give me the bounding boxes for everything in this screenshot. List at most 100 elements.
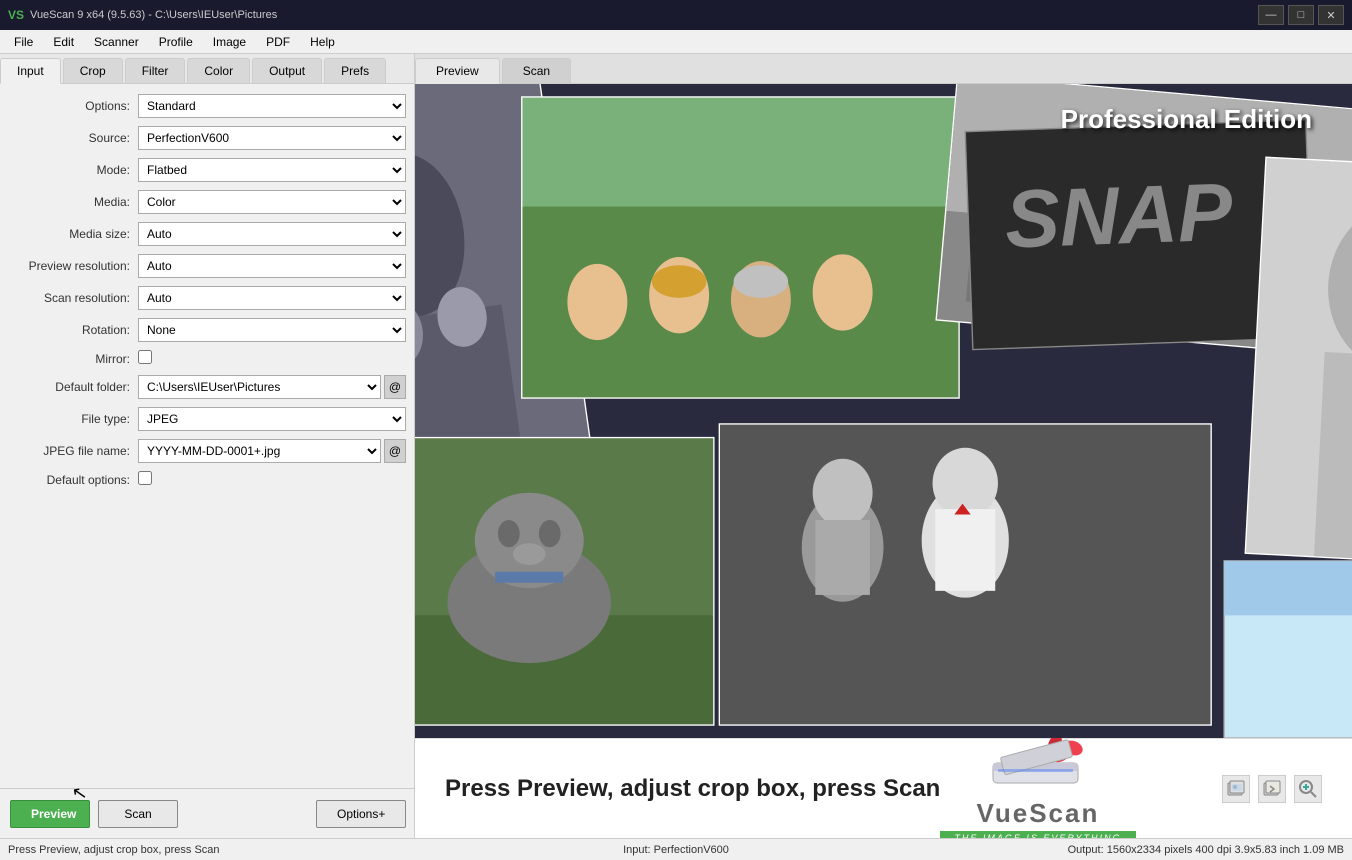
default-folder-at-btn[interactable]: @	[384, 375, 406, 399]
preview-res-label: Preview resolution:	[8, 259, 138, 273]
jpeg-filename-label: JPEG file name:	[8, 444, 138, 458]
mirror-label: Mirror:	[8, 352, 138, 366]
preview-tab-preview[interactable]: Preview	[415, 58, 500, 84]
jpeg-filename-row: JPEG file name: YYYY-MM-DD-0001+.jpg @	[8, 439, 406, 463]
vuescan-logo: VueScan THE IMAGE IS EVERYTHING	[940, 733, 1135, 839]
bottom-buttons: Preview Scan Options+ View ↖	[0, 788, 414, 838]
maximize-button[interactable]: □	[1288, 5, 1314, 25]
status-right: Output: 1560x2334 pixels 400 dpi 3.9x5.8…	[899, 844, 1344, 856]
mirror-row: Mirror:	[8, 350, 406, 367]
green-tagline-bar: THE IMAGE IS EVERYTHING	[940, 831, 1135, 839]
title-bar-left: VS VueScan 9 x64 (9.5.63) - C:\Users\IEU…	[8, 8, 277, 22]
vuescan-scanner-icon	[983, 733, 1093, 798]
default-folder-select[interactable]: C:\Users\IEUser\Pictures	[138, 375, 381, 399]
rotation-select[interactable]: None 90 CW 90 CCW 180	[138, 318, 406, 342]
preview-tab-scan[interactable]: Scan	[502, 58, 571, 83]
rotation-row: Rotation: None 90 CW 90 CCW 180	[8, 318, 406, 342]
tab-bar: Input Crop Filter Color Output Prefs	[0, 54, 414, 84]
menu-edit[interactable]: Edit	[43, 30, 84, 53]
media-size-control: Auto Letter A4	[138, 222, 406, 246]
refresh-icon[interactable]	[1258, 775, 1286, 803]
menu-file[interactable]: File	[4, 30, 43, 53]
options-button[interactable]: Options+	[316, 800, 406, 828]
default-options-label: Default options:	[8, 473, 138, 487]
scan-res-row: Scan resolution: Auto 300 600 1200	[8, 286, 406, 310]
tab-filter[interactable]: Filter	[125, 58, 186, 83]
mode-control: Flatbed Transparency Negative	[138, 158, 406, 182]
title-bar-controls: — □ ✕	[1258, 5, 1344, 25]
media-control: Color Gray B&W	[138, 190, 406, 214]
status-left: Press Preview, adjust crop box, press Sc…	[8, 844, 453, 856]
menu-scanner[interactable]: Scanner	[84, 30, 149, 53]
mode-select[interactable]: Flatbed Transparency Negative	[138, 158, 406, 182]
source-label: Source:	[8, 131, 138, 145]
vuescan-logo-text: VueScan	[976, 798, 1099, 829]
default-folder-control: C:\Users\IEUser\Pictures @	[138, 375, 406, 399]
file-type-control: JPEG TIFF PDF PNG	[138, 407, 406, 431]
form-area: Options: Standard Professional Simple So…	[0, 84, 414, 788]
options-select[interactable]: Standard Professional Simple	[138, 94, 406, 118]
file-type-select[interactable]: JPEG TIFF PDF PNG	[138, 407, 406, 431]
options-row: Options: Standard Professional Simple	[8, 94, 406, 118]
menu-image[interactable]: Image	[203, 30, 256, 53]
preview-collage-svg: SNAP	[415, 84, 1352, 738]
photos-icon[interactable]	[1222, 775, 1250, 803]
right-panel: Preview Scan Professional Edition	[415, 54, 1352, 838]
scan-res-label: Scan resolution:	[8, 291, 138, 305]
media-row: Media: Color Gray B&W	[8, 190, 406, 214]
preview-button[interactable]: Preview	[10, 800, 90, 828]
pro-edition-text: Professional Edition	[1061, 104, 1312, 135]
preview-content: Professional Edition	[415, 84, 1352, 838]
preview-bottom: Press Preview, adjust crop box, press Sc…	[415, 738, 1352, 838]
media-label: Media:	[8, 195, 138, 209]
status-bar: Press Preview, adjust crop box, press Sc…	[0, 838, 1352, 860]
mirror-checkbox[interactable]	[138, 350, 152, 364]
preview-res-control: Auto 75 150 300	[138, 254, 406, 278]
tab-output[interactable]: Output	[252, 58, 322, 83]
default-options-control	[138, 471, 406, 488]
zoom-plus-icon	[1298, 779, 1318, 799]
media-select[interactable]: Color Gray B&W	[138, 190, 406, 214]
status-middle: Input: PerfectionV600	[453, 844, 898, 856]
zoom-icon[interactable]	[1294, 775, 1322, 803]
tab-input[interactable]: Input	[0, 58, 61, 84]
media-size-label: Media size:	[8, 227, 138, 241]
rotation-control: None 90 CW 90 CCW 180	[138, 318, 406, 342]
scan-button[interactable]: Scan	[98, 800, 178, 828]
media-size-row: Media size: Auto Letter A4	[8, 222, 406, 246]
scan-res-select[interactable]: Auto 300 600 1200	[138, 286, 406, 310]
source-row: Source: PerfectionV600 Flatbed	[8, 126, 406, 150]
jpeg-filename-select[interactable]: YYYY-MM-DD-0001+.jpg	[138, 439, 381, 463]
options-control: Standard Professional Simple	[138, 94, 406, 118]
left-panel: Input Crop Filter Color Output Prefs Opt…	[0, 54, 415, 838]
tab-crop[interactable]: Crop	[63, 58, 123, 83]
default-options-row: Default options:	[8, 471, 406, 488]
jpeg-filename-control: YYYY-MM-DD-0001+.jpg @	[138, 439, 406, 463]
minimize-button[interactable]: —	[1258, 5, 1284, 25]
default-options-checkbox[interactable]	[138, 471, 152, 485]
file-type-row: File type: JPEG TIFF PDF PNG	[8, 407, 406, 431]
jpeg-filename-at-btn[interactable]: @	[384, 439, 406, 463]
menu-bar: File Edit Scanner Profile Image PDF Help	[0, 30, 1352, 54]
photo-stack-icon	[1226, 779, 1246, 799]
title-bar-title: VueScan 9 x64 (9.5.63) - C:\Users\IEUser…	[30, 9, 277, 21]
menu-profile[interactable]: Profile	[149, 30, 203, 53]
tab-color[interactable]: Color	[187, 58, 250, 83]
close-button[interactable]: ✕	[1318, 5, 1344, 25]
main-layout: Input Crop Filter Color Output Prefs Opt…	[0, 54, 1352, 838]
tab-prefs[interactable]: Prefs	[324, 58, 386, 83]
scan-res-control: Auto 300 600 1200	[138, 286, 406, 310]
default-folder-row: Default folder: C:\Users\IEUser\Pictures…	[8, 375, 406, 399]
mode-label: Mode:	[8, 163, 138, 177]
preview-res-row: Preview resolution: Auto 75 150 300	[8, 254, 406, 278]
bottom-action-icons	[1222, 775, 1322, 803]
source-select[interactable]: PerfectionV600 Flatbed	[138, 126, 406, 150]
preview-res-select[interactable]: Auto 75 150 300	[138, 254, 406, 278]
media-size-select[interactable]: Auto Letter A4	[138, 222, 406, 246]
rotation-label: Rotation:	[8, 323, 138, 337]
menu-help[interactable]: Help	[300, 30, 345, 53]
mirror-control	[138, 350, 406, 367]
svg-text:SNAP: SNAP	[1004, 167, 1235, 266]
menu-pdf[interactable]: PDF	[256, 30, 300, 53]
file-type-label: File type:	[8, 412, 138, 426]
